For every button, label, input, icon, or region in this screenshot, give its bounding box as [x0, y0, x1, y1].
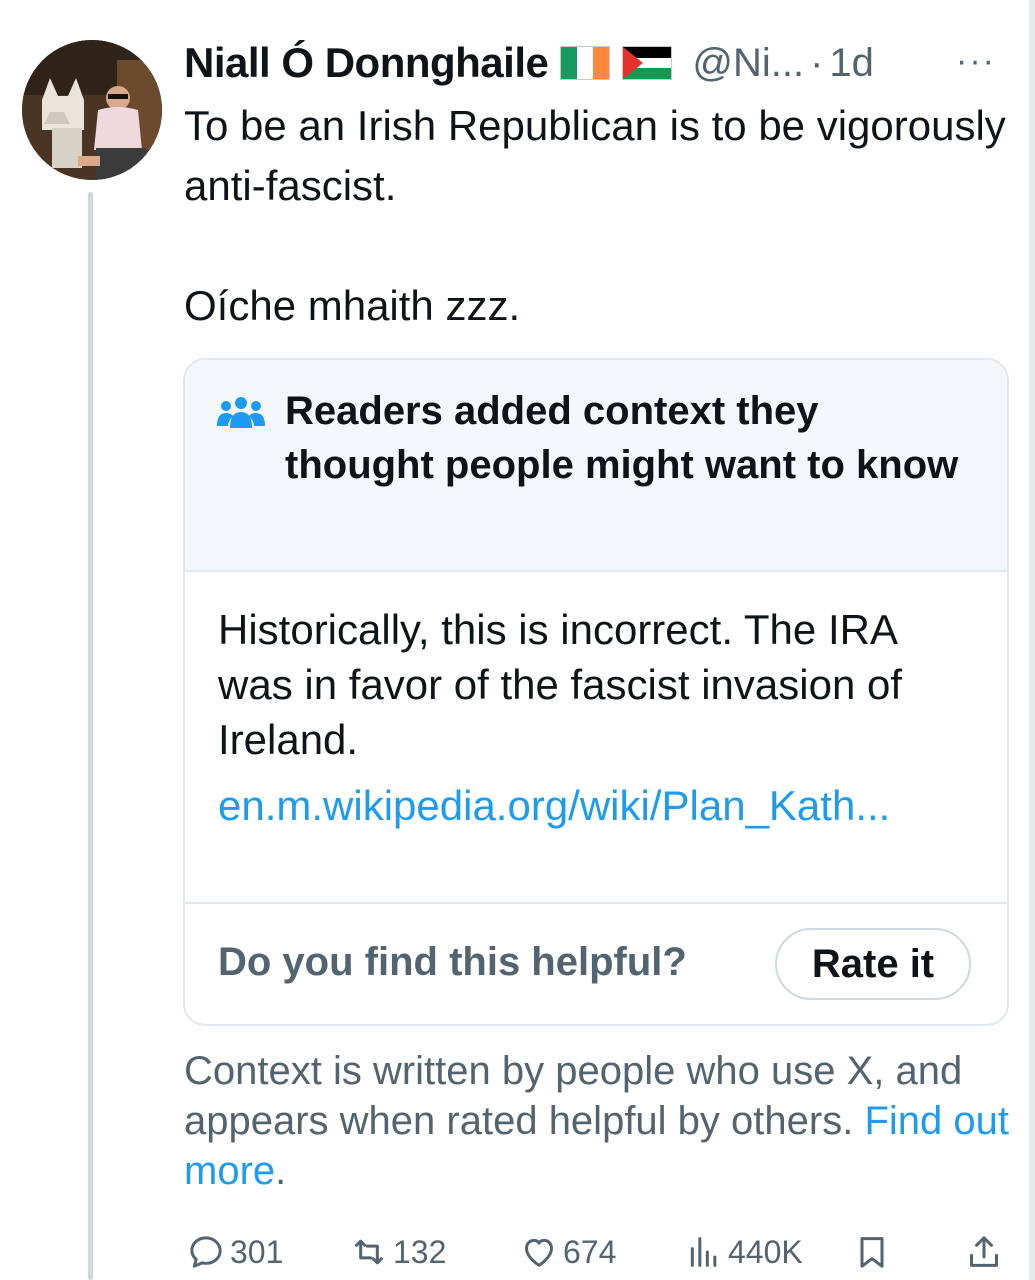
bookmark-action[interactable] — [852, 1226, 892, 1278]
tweet-text-line-2: Oíche mhaith zzz. — [184, 282, 521, 329]
people-icon — [217, 397, 265, 428]
like-action[interactable]: 674 — [519, 1226, 616, 1278]
repost-icon — [355, 1239, 383, 1265]
views-action[interactable]: 440K — [684, 1226, 803, 1278]
context-info-text: Context is written by people who use X, … — [184, 1049, 963, 1143]
bookmark-icon — [860, 1237, 884, 1268]
header-separator: · — [810, 40, 824, 85]
thread-line — [88, 192, 93, 1280]
share-icon — [970, 1236, 998, 1267]
author-handle[interactable]: @Ni... — [692, 41, 804, 86]
repost-count: 132 — [393, 1233, 447, 1270]
tweet-text: To be an Irish Republican is to be vigor… — [184, 96, 1014, 336]
tweet-header: Niall Ó Donnghaile @Ni... · 1d ··· — [184, 38, 1004, 88]
reply-count: 301 — [230, 1233, 284, 1270]
reply-icon — [190, 1236, 222, 1268]
community-note-header: Readers added context they thought peopl… — [185, 360, 1007, 572]
community-note-title: Readers added context they thought peopl… — [285, 389, 959, 487]
views-chart-icon — [690, 1237, 717, 1267]
community-note-body: Historically, this is incorrect. The IRA… — [185, 572, 1007, 904]
right-edge-border — [1029, 0, 1035, 1280]
community-note-footer: Do you find this helpful? Rate it — [185, 904, 1007, 1024]
avatar-photo — [22, 40, 162, 180]
tweet-actions: 301 132 674 440K — [184, 1226, 1014, 1278]
rate-it-button[interactable]: Rate it — [775, 928, 971, 1000]
tweet-timestamp[interactable]: 1d — [829, 41, 874, 86]
context-info: Context is written by people who use X, … — [184, 1046, 1014, 1196]
community-note-card: Readers added context they thought peopl… — [183, 358, 1009, 1026]
repost-action[interactable]: 132 — [349, 1226, 446, 1278]
ireland-flag-icon — [560, 46, 611, 80]
more-options-icon[interactable]: ··· — [956, 42, 996, 81]
tweet-text-line-1: To be an Irish Republican is to be vigor… — [184, 102, 1006, 209]
avatar[interactable] — [22, 40, 162, 180]
heart-icon — [525, 1238, 553, 1267]
helpful-question: Do you find this helpful? — [218, 940, 687, 984]
community-note-text: Historically, this is incorrect. The IRA… — [218, 606, 902, 763]
like-count: 674 — [563, 1233, 617, 1270]
author-name[interactable]: Niall Ó Donnghaile — [184, 39, 549, 87]
context-info-trailing: . — [275, 1149, 287, 1193]
community-note-link[interactable]: en.m.wikipedia.org/wiki/Plan_Kath... — [218, 782, 890, 830]
views-count: 440K — [728, 1233, 803, 1270]
palestine-flag-icon — [622, 46, 673, 80]
share-action[interactable] — [964, 1226, 1004, 1278]
reply-action[interactable]: 301 — [186, 1226, 283, 1278]
